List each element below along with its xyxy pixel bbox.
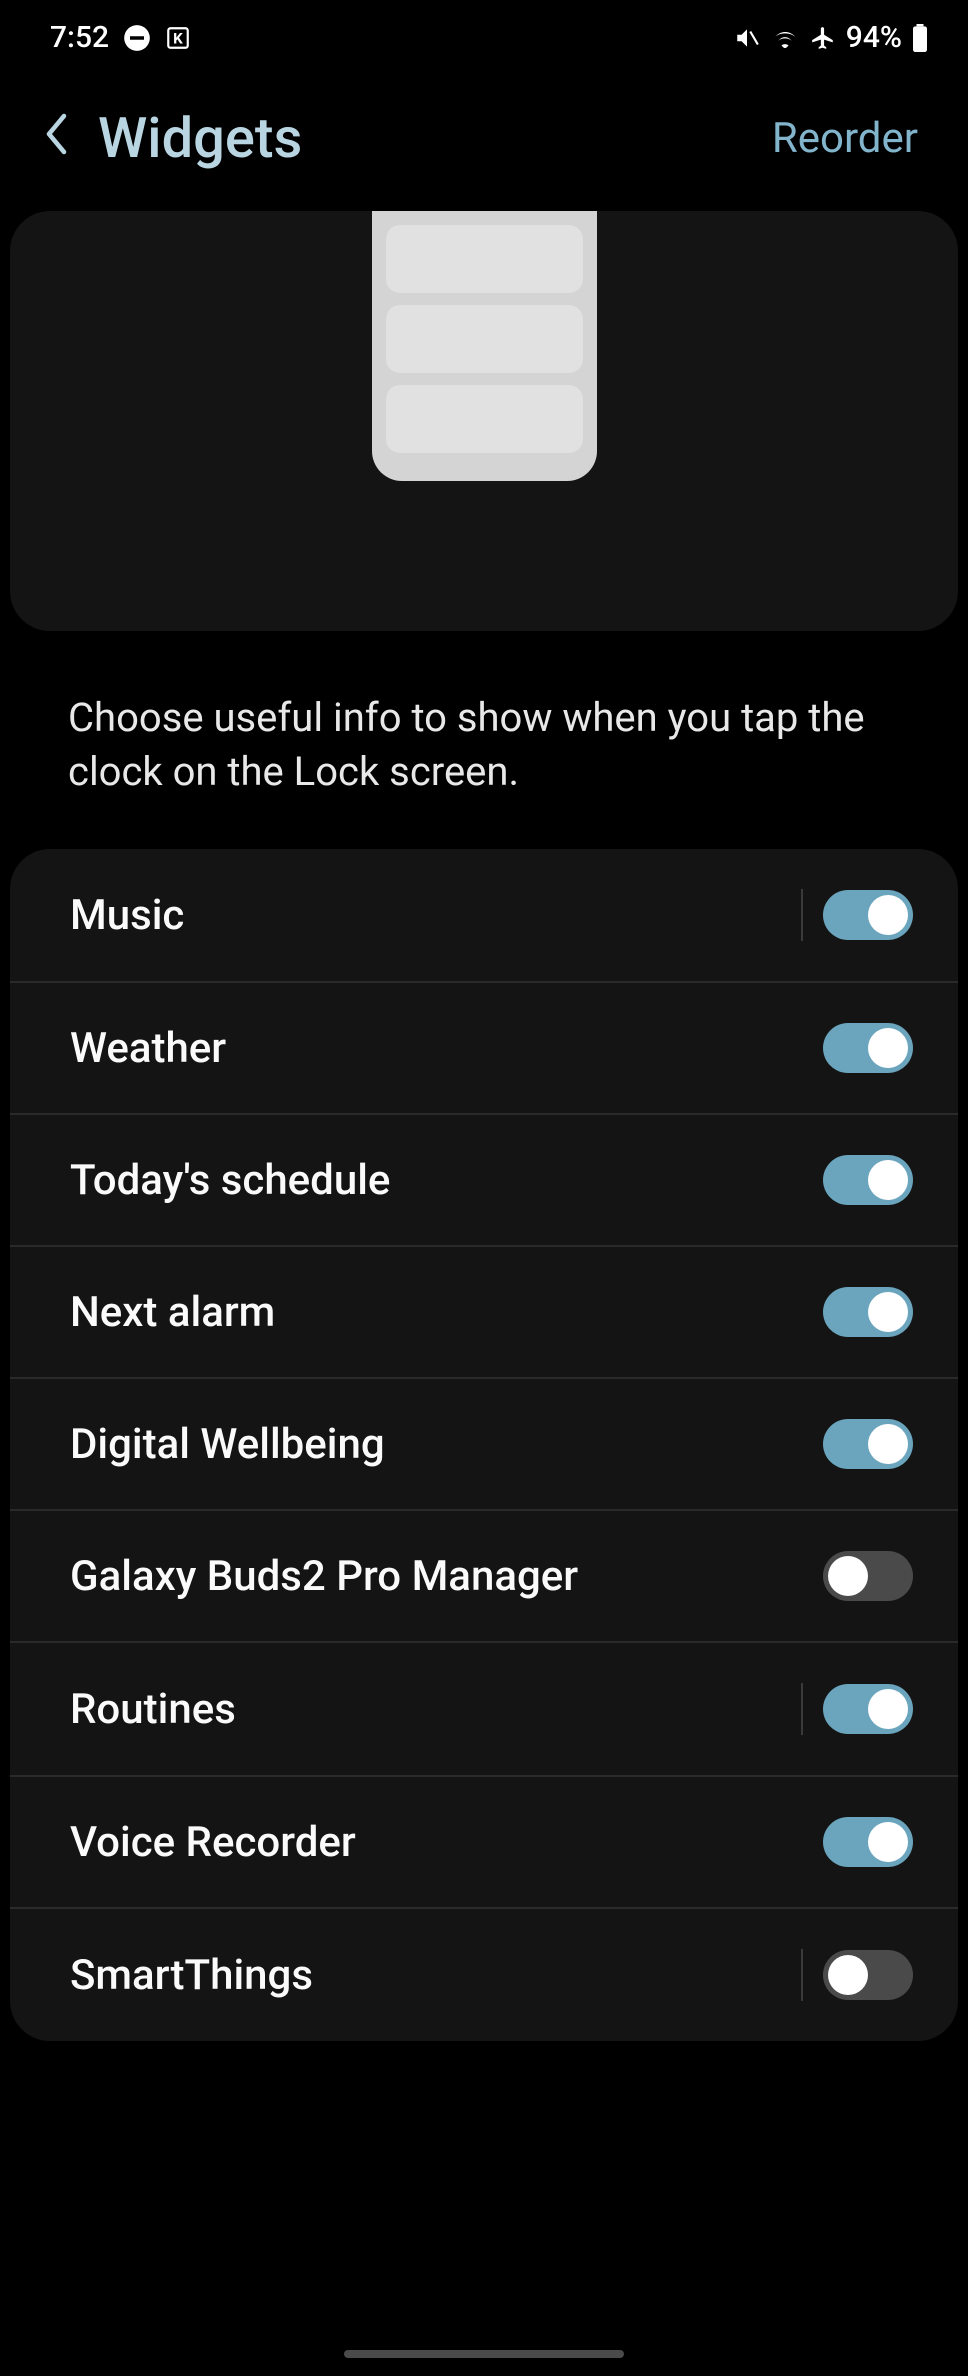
toggle-switch[interactable] xyxy=(823,1419,913,1469)
widget-right xyxy=(823,1419,913,1469)
status-right: 94% xyxy=(734,20,928,55)
toggle-switch[interactable] xyxy=(823,1817,913,1867)
battery-icon xyxy=(912,24,928,52)
preview-card xyxy=(10,211,958,631)
page-title: Widgets xyxy=(98,105,302,171)
phone-mock xyxy=(372,211,597,481)
status-left: 7:52 K xyxy=(50,20,191,55)
dnd-icon xyxy=(123,24,151,52)
toggle-knob xyxy=(868,895,908,935)
widget-right xyxy=(801,1683,913,1735)
widget-label: Music xyxy=(70,891,184,940)
reorder-button[interactable]: Reorder xyxy=(772,114,918,163)
widget-right xyxy=(823,1155,913,1205)
navigation-handle[interactable] xyxy=(344,2350,624,2358)
widget-right xyxy=(823,1551,913,1601)
widget-item[interactable]: SmartThings xyxy=(10,1909,958,2041)
widget-item[interactable]: Today's schedule xyxy=(10,1115,958,1247)
widget-list: Music Weather Today's schedule Next alarm Di… xyxy=(10,849,958,2041)
toggle-switch[interactable] xyxy=(823,1155,913,1205)
phone-mock-row xyxy=(386,225,583,293)
widget-item[interactable]: Galaxy Buds2 Pro Manager xyxy=(10,1511,958,1643)
widget-item[interactable]: Routines xyxy=(10,1643,958,1777)
widget-item[interactable]: Weather xyxy=(10,983,958,1115)
app-icon: K xyxy=(165,25,191,51)
toggle-knob xyxy=(828,1955,868,1995)
status-bar: 7:52 K 94% xyxy=(0,0,968,75)
widget-label: Voice Recorder xyxy=(70,1818,356,1867)
widget-right xyxy=(823,1287,913,1337)
mute-icon xyxy=(734,25,760,51)
toggle-switch[interactable] xyxy=(823,1287,913,1337)
toggle-switch[interactable] xyxy=(823,1684,913,1734)
toggle-knob xyxy=(868,1424,908,1464)
widget-label: SmartThings xyxy=(70,1951,313,2000)
toggle-knob xyxy=(868,1689,908,1729)
toggle-switch[interactable] xyxy=(823,1950,913,2000)
widget-item[interactable]: Voice Recorder xyxy=(10,1777,958,1909)
widget-right xyxy=(823,1023,913,1073)
widget-label: Routines xyxy=(70,1685,236,1734)
widget-right xyxy=(801,889,913,941)
toggle-knob xyxy=(868,1028,908,1068)
widget-item[interactable]: Music xyxy=(10,849,958,983)
toggle-switch[interactable] xyxy=(823,890,913,940)
widget-label: Weather xyxy=(70,1024,226,1073)
toggle-knob xyxy=(868,1822,908,1862)
widget-label: Next alarm xyxy=(70,1288,275,1337)
widget-item[interactable]: Next alarm xyxy=(10,1247,958,1379)
widget-label: Digital Wellbeing xyxy=(70,1420,385,1469)
widget-label: Galaxy Buds2 Pro Manager xyxy=(70,1552,578,1601)
toggle-knob xyxy=(868,1292,908,1332)
battery-pct: 94% xyxy=(846,20,902,55)
phone-mock-row xyxy=(386,385,583,453)
toggle-switch[interactable] xyxy=(823,1551,913,1601)
phone-mock-row xyxy=(386,305,583,373)
description-text: Choose useful info to show when you tap … xyxy=(0,631,968,849)
svg-text:K: K xyxy=(173,29,183,47)
airplane-icon xyxy=(810,25,836,51)
separator xyxy=(801,889,803,941)
toggle-switch[interactable] xyxy=(823,1023,913,1073)
widget-right xyxy=(823,1817,913,1867)
widget-right xyxy=(801,1949,913,2001)
separator xyxy=(801,1949,803,2001)
toggle-knob xyxy=(868,1160,908,1200)
widget-item[interactable]: Digital Wellbeing xyxy=(10,1379,958,1511)
header-left: Widgets xyxy=(40,105,302,171)
toggle-knob xyxy=(828,1556,868,1596)
back-icon[interactable] xyxy=(40,110,70,166)
separator xyxy=(801,1683,803,1735)
wifi-icon xyxy=(770,25,800,51)
header: Widgets Reorder xyxy=(0,75,968,211)
status-time: 7:52 xyxy=(50,20,109,55)
widget-label: Today's schedule xyxy=(70,1156,390,1205)
